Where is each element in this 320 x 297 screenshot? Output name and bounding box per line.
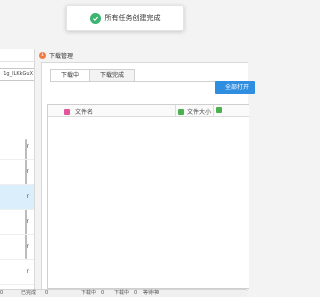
sort-icon xyxy=(178,108,184,115)
notification-toast: 所有任务创建完成 xyxy=(66,5,184,31)
status-icon xyxy=(216,107,222,113)
check-icon xyxy=(89,12,101,24)
list-item[interactable]: r xyxy=(0,160,34,185)
table-header: 文件名 文件大小 xyxy=(48,105,249,117)
column-name[interactable]: 文件名 xyxy=(64,107,93,116)
checkbox-icon[interactable] xyxy=(64,108,70,115)
toast-message: 所有任务创建完成 xyxy=(104,14,161,22)
list-item-selected[interactable]: r xyxy=(0,185,34,210)
url-field[interactable]: 1g_ILKkGuX xyxy=(0,68,34,81)
list-item[interactable]: r xyxy=(0,260,34,285)
download-table: 文件名 文件大小 xyxy=(47,104,249,289)
download-icon: ↓ xyxy=(39,51,46,59)
list-item[interactable]: r xyxy=(0,135,34,160)
list-item[interactable]: r xyxy=(0,210,34,235)
list-item[interactable]: r xyxy=(0,235,34,260)
download-manager-header: ↓ 下载管理 xyxy=(39,49,73,61)
divider xyxy=(213,105,214,116)
tab-completed[interactable]: 下载完成 xyxy=(89,69,136,81)
column-size[interactable]: 文件大小 xyxy=(178,107,211,116)
left-panel: 1g_ILKkGuX r r r r r r xyxy=(0,49,35,289)
page-title: 下载管理 xyxy=(49,52,74,60)
divider xyxy=(175,105,176,116)
left-panel-header xyxy=(0,49,34,62)
download-manager-panel: 下载中 下载完成 全部打开 文件名 文件大小 xyxy=(41,62,255,291)
open-all-button[interactable]: 全部打开 xyxy=(215,81,255,94)
column-status[interactable] xyxy=(216,107,222,113)
left-list: r r r r r r xyxy=(0,135,34,285)
